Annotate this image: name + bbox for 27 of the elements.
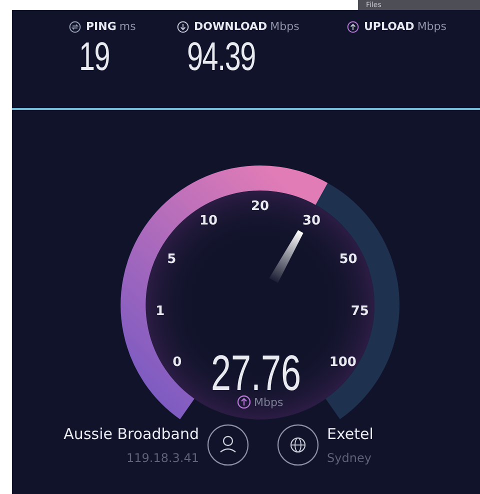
metric-unit: ms: [119, 20, 136, 33]
globe-icon[interactable]: [277, 424, 319, 466]
metric-label: PING: [86, 20, 116, 33]
scale-label: 100: [329, 354, 356, 370]
ping-icon: [69, 20, 81, 32]
metric-value: 94.39: [187, 34, 256, 81]
user-icon[interactable]: [207, 424, 249, 466]
scale-label: 1: [156, 304, 165, 320]
server-location: Sydney: [327, 451, 372, 465]
scale-label: 10: [199, 213, 218, 228]
upload-icon: [237, 395, 251, 409]
ip-address: 119.18.3.41: [126, 451, 199, 465]
metric-value: 19: [79, 34, 111, 81]
scale-label: 0: [172, 354, 182, 370]
server-name: Exetel: [327, 425, 374, 443]
scale-label: 30: [302, 213, 321, 228]
metric-unit: Mbps: [270, 20, 300, 33]
metric-label: DOWNLOAD: [194, 20, 268, 33]
upload-icon: [347, 20, 359, 32]
scale-label: 50: [339, 252, 358, 268]
metric-unit: Mbps: [417, 20, 446, 33]
metric-label: UPLOAD: [364, 20, 414, 33]
scale-label: 75: [350, 304, 369, 320]
isp-name: Aussie Broadband: [64, 425, 199, 443]
scale-label: 20: [250, 199, 270, 214]
scale-label: 5: [167, 252, 176, 268]
download-icon: [177, 20, 189, 32]
